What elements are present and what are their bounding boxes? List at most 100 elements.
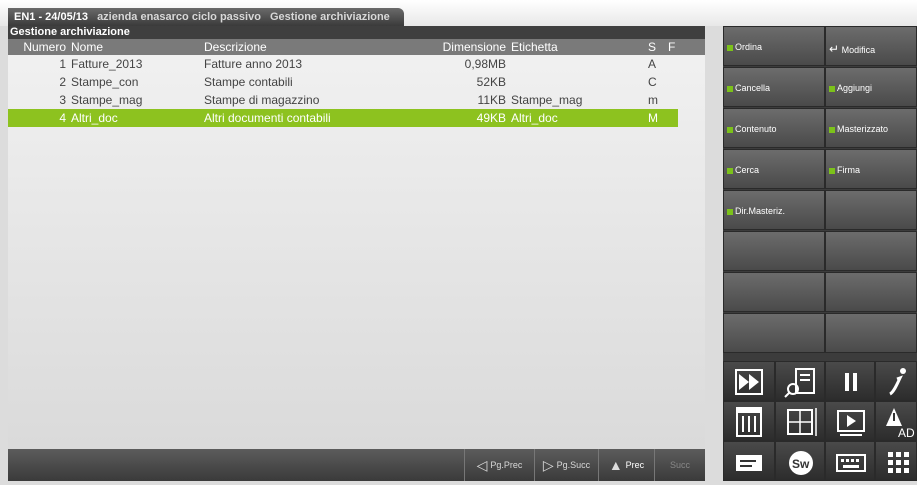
- page-prev-button[interactable]: ◁ Pg.Prec: [464, 449, 534, 481]
- contenuto-label: Contenuto: [735, 124, 777, 134]
- row-numero: 4: [59, 111, 66, 125]
- column-header-etichetta[interactable]: Etichetta: [511, 40, 558, 54]
- row-dimensione: 49KB: [476, 111, 506, 125]
- row-s: A: [648, 57, 657, 71]
- calendar-button[interactable]: [723, 401, 775, 441]
- warning-ad-button[interactable]: AD: [875, 401, 917, 441]
- empty-function-button[interactable]: [825, 190, 917, 230]
- column-header-numero[interactable]: Numero: [8, 40, 66, 54]
- row-numero: 1: [59, 57, 66, 71]
- empty-function-button[interactable]: [825, 231, 917, 271]
- video-icon: [837, 410, 865, 436]
- status-square-icon: [727, 85, 733, 92]
- table-header: Numero Nome Descrizione Dimensione Etich…: [8, 39, 705, 55]
- row-etichetta: Altri_doc: [511, 111, 558, 125]
- video-button[interactable]: [825, 401, 875, 441]
- keyboard-icon: [836, 454, 866, 472]
- column-header-dimensione[interactable]: Dimensione: [428, 40, 506, 54]
- window-title-tab: EN1 - 24/05/13 azienda enasarco ciclo pa…: [8, 8, 404, 26]
- section-name: Gestione archiviazione: [269, 11, 390, 23]
- ordina-button[interactable]: Ordina: [723, 26, 825, 66]
- window-title: EN1 - 24/05/13: [14, 11, 88, 23]
- empty-function-button[interactable]: [825, 313, 917, 353]
- prev-label: Prec: [625, 460, 645, 470]
- cerca-label: Cerca: [735, 165, 760, 175]
- table-row-selected[interactable]: 4 Altri_doc Altri documenti contabili 49…: [8, 109, 678, 127]
- row-descrizione: Stampe contabili: [204, 75, 293, 89]
- aggiungi-label: Aggiungi: [837, 83, 873, 93]
- calendar-icon: [736, 407, 762, 437]
- firma-label: Firma: [837, 165, 860, 175]
- dir-masteriz-button[interactable]: Dir.Masteriz.: [723, 190, 825, 230]
- status-square-icon: [727, 167, 733, 174]
- message-button[interactable]: [723, 441, 775, 481]
- column-header-nome[interactable]: Nome: [71, 40, 103, 54]
- empty-function-button[interactable]: [723, 272, 825, 312]
- status-square-icon: [727, 44, 733, 51]
- cancella-button[interactable]: Cancella: [723, 67, 825, 107]
- company-name: azienda enasarco ciclo passivo: [97, 11, 261, 23]
- status-square-icon: [829, 167, 835, 174]
- row-descrizione: Altri documenti contabili: [204, 111, 331, 125]
- page-next-icon: ▷: [542, 456, 554, 473]
- row-dimensione: 0,98MB: [464, 57, 506, 71]
- masterizzato-label: Masterizzato: [837, 124, 889, 134]
- page-next-button[interactable]: ▷ Pg.Succ: [534, 449, 598, 481]
- column-header-s[interactable]: S: [648, 40, 656, 54]
- sw-button[interactable]: Sw: [775, 441, 825, 481]
- status-square-icon: [829, 85, 835, 92]
- ordina-label: Ordina: [735, 42, 763, 52]
- cerca-button[interactable]: Cerca: [723, 149, 825, 189]
- sw-icon: Sw: [789, 451, 813, 475]
- warning-ad-icon: AD: [886, 408, 915, 440]
- row-nome: Stampe_mag: [71, 93, 143, 107]
- modifica-button[interactable]: ↵ Modifica: [825, 26, 917, 66]
- bottom-nav-bar: ◁ Pg.Prec ▷ Pg.Succ ▲ Prec Succ: [8, 449, 705, 481]
- page-prev-icon: ◁: [476, 456, 488, 473]
- panel-title: Gestione archiviazione: [8, 26, 705, 39]
- table-row[interactable]: 3 Stampe_mag Stampe di magazzino 11KB St…: [8, 91, 678, 109]
- table-row[interactable]: 1 Fatture_2013 Fatture anno 2013 0,98MB …: [8, 55, 678, 73]
- title-bar: EN1 - 24/05/13 azienda enasarco ciclo pa…: [0, 0, 917, 26]
- status-square-icon: [727, 208, 733, 215]
- aggiungi-button[interactable]: Aggiungi: [825, 67, 917, 107]
- empty-function-button[interactable]: [723, 313, 825, 353]
- row-nome: Stampe_con: [71, 75, 139, 89]
- svg-text:Sw: Sw: [792, 457, 810, 471]
- function-panel: Ordina ↵ Modifica Cancella Aggiungi Cont…: [723, 26, 917, 481]
- table-row[interactable]: 2 Stampe_con Stampe contabili 52KB C: [8, 73, 678, 91]
- status-square-icon: [829, 126, 835, 133]
- empty-function-button[interactable]: [723, 231, 825, 271]
- row-etichetta: Stampe_mag: [511, 93, 583, 107]
- apps-grid-button[interactable]: [875, 441, 917, 481]
- masterizzato-button[interactable]: Masterizzato: [825, 108, 917, 148]
- pause-button[interactable]: [825, 361, 875, 401]
- row-descrizione: Fatture anno 2013: [204, 57, 303, 71]
- column-header-f[interactable]: F: [668, 40, 675, 54]
- firma-button[interactable]: Firma: [825, 149, 917, 189]
- modifica-label: Modifica: [841, 45, 876, 55]
- search-document-icon: [784, 368, 815, 398]
- info-button[interactable]: [875, 361, 917, 401]
- dir-masteriz-label: Dir.Masteriz.: [735, 206, 786, 216]
- keyboard-button[interactable]: [825, 441, 875, 481]
- search-document-button[interactable]: [775, 361, 825, 401]
- fast-forward-button[interactable]: [723, 361, 775, 401]
- row-descrizione: Stampe di magazzino: [204, 93, 320, 107]
- status-square-icon: [727, 126, 733, 133]
- up-arrow-icon: ▲: [608, 457, 623, 473]
- grid-edit-icon: [787, 408, 817, 436]
- prev-button[interactable]: ▲ Prec: [598, 449, 654, 481]
- cancella-label: Cancella: [735, 83, 771, 93]
- row-s: m: [648, 93, 658, 107]
- grid-edit-button[interactable]: [775, 401, 825, 441]
- row-s: C: [648, 75, 657, 89]
- row-s: M: [648, 111, 658, 125]
- contenuto-button[interactable]: Contenuto: [723, 108, 825, 148]
- empty-function-button[interactable]: [825, 272, 917, 312]
- row-numero: 2: [59, 75, 66, 89]
- column-header-descrizione[interactable]: Descrizione: [204, 40, 267, 54]
- archive-panel: Gestione archiviazione Numero Nome Descr…: [8, 26, 705, 449]
- row-dimensione: 52KB: [476, 75, 506, 89]
- next-button[interactable]: Succ: [654, 449, 705, 481]
